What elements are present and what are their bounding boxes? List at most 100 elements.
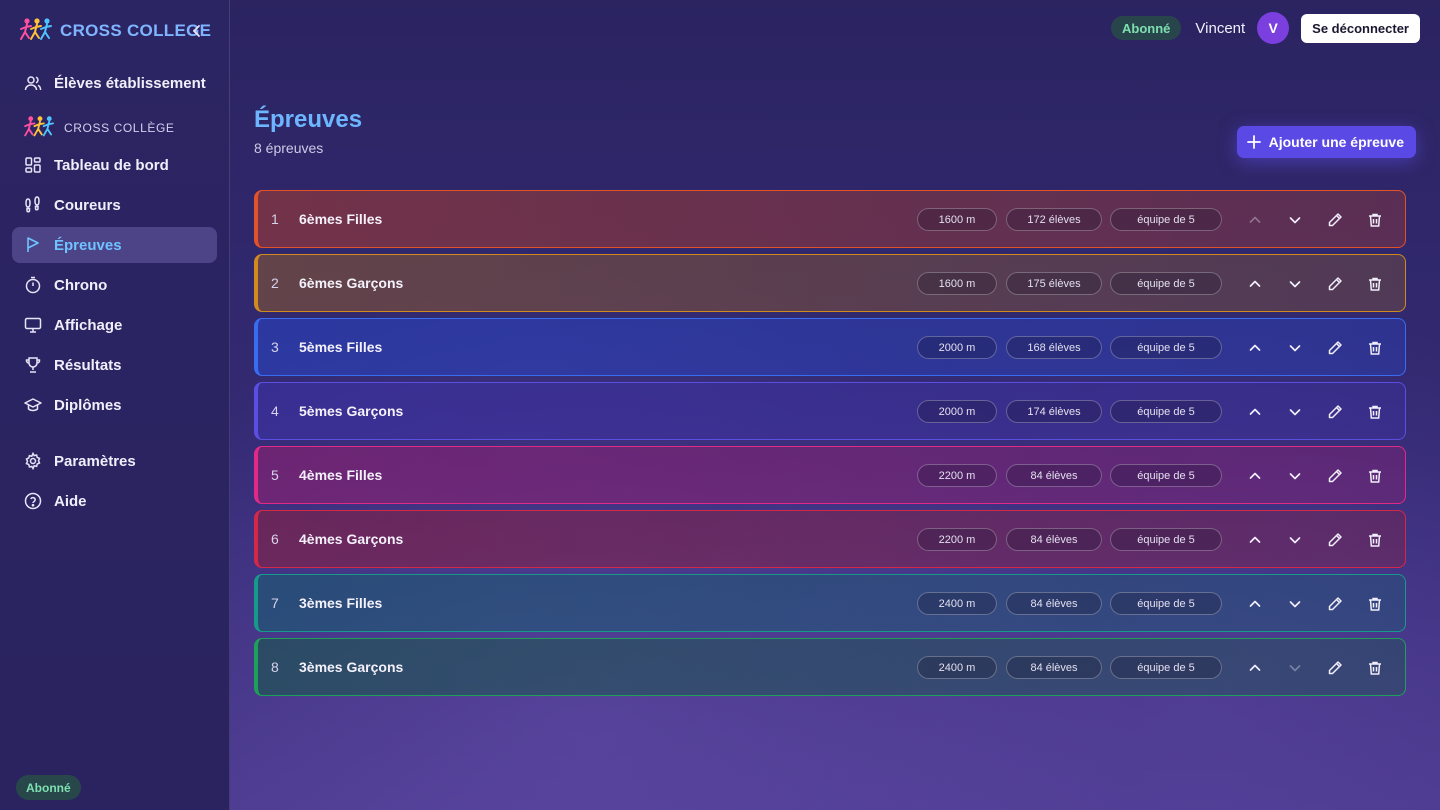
move-up-button[interactable] [1244, 593, 1266, 615]
move-down-button[interactable] [1284, 529, 1306, 551]
epreuve-row[interactable]: 1 6èmes Filles 1600 m 172 élèves équipe de 5 [254, 190, 1406, 248]
delete-button[interactable] [1364, 657, 1386, 679]
team-size-pill: équipe de 5 [1110, 208, 1222, 231]
students-count-pill: 175 élèves [1006, 272, 1102, 295]
page-subtitle: 8 épreuves [254, 140, 324, 156]
move-down-button[interactable] [1284, 465, 1306, 487]
move-up-button[interactable] [1244, 209, 1266, 231]
move-down-button[interactable] [1284, 401, 1306, 423]
delete-button[interactable] [1364, 273, 1386, 295]
move-down-button[interactable] [1284, 337, 1306, 359]
move-down-button[interactable] [1284, 593, 1306, 615]
monitor-icon [24, 316, 42, 334]
team-size-pill: équipe de 5 [1110, 592, 1222, 615]
edit-button[interactable] [1324, 465, 1346, 487]
delete-button[interactable] [1364, 337, 1386, 359]
main-content: Épreuves 8 épreuves Ajouter une épreuve … [254, 0, 1420, 810]
trash-icon [1367, 468, 1383, 484]
chevron-down-icon [1288, 469, 1302, 483]
pencil-icon [1327, 468, 1343, 484]
chevron-down-icon [1288, 213, 1302, 227]
pencil-icon [1327, 212, 1343, 228]
epreuve-number: 7 [271, 595, 279, 611]
flag-icon [24, 236, 42, 254]
trash-icon [1367, 532, 1383, 548]
epreuve-number: 8 [271, 659, 279, 675]
delete-button[interactable] [1364, 529, 1386, 551]
team-size-pill: équipe de 5 [1110, 272, 1222, 295]
footprints-icon [24, 196, 42, 214]
epreuve-row[interactable]: 6 4èmes Garçons 2200 m 84 élèves équipe de 5 [254, 510, 1406, 568]
distance-pill: 2200 m [917, 528, 997, 551]
sidebar-item-affichage[interactable]: Affichage [12, 307, 217, 343]
edit-button[interactable] [1324, 273, 1346, 295]
move-up-button[interactable] [1244, 465, 1266, 487]
page-title: Épreuves [254, 106, 363, 133]
edit-button[interactable] [1324, 337, 1346, 359]
move-up-button[interactable] [1244, 529, 1266, 551]
sidebar-item-aide[interactable]: Aide [12, 483, 217, 519]
team-size-pill: équipe de 5 [1110, 528, 1222, 551]
edit-button[interactable] [1324, 209, 1346, 231]
avatar[interactable]: V [1257, 12, 1290, 44]
distance-pill: 2400 m [917, 592, 997, 615]
delete-button[interactable] [1364, 593, 1386, 615]
logout-button[interactable]: Se déconnecter [1301, 13, 1420, 43]
collapse-sidebar-button[interactable] [187, 21, 207, 41]
subscription-badge: Abonné [16, 775, 81, 800]
graduation-cap-icon [24, 396, 42, 414]
epreuve-row[interactable]: 2 6èmes Garçons 1600 m 175 élèves équipe de … [254, 254, 1406, 312]
edit-button[interactable] [1324, 657, 1346, 679]
sidebar-item-chrono[interactable]: Chrono [12, 267, 217, 303]
trash-icon [1367, 276, 1383, 292]
move-down-button[interactable] [1284, 209, 1306, 231]
pencil-icon [1327, 276, 1343, 292]
sidebar-item-eleves-etablissement[interactable]: Élèves établissement [12, 65, 217, 101]
sidebar-item-label: Affichage [54, 316, 123, 334]
chevron-left-icon [193, 25, 200, 37]
chevron-down-icon [1288, 533, 1302, 547]
sidebar-item-label: Diplômes [54, 396, 122, 414]
sidebar-item-epreuves[interactable]: Épreuves [12, 227, 217, 263]
sidebar-item-diplomes[interactable]: Diplômes [12, 387, 217, 423]
chevron-down-icon [1288, 661, 1302, 675]
add-epreuve-button[interactable]: Ajouter une épreuve [1236, 126, 1416, 158]
epreuve-row[interactable]: 5 4èmes Filles 2200 m 84 élèves équipe de 5 [254, 446, 1406, 504]
epreuve-row[interactable]: 3 5èmes Filles 2000 m 168 élèves équipe de 5 [254, 318, 1406, 376]
epreuve-row[interactable]: 8 3èmes Garçons 2400 m 84 élèves équipe de 5 [254, 638, 1406, 696]
edit-button[interactable] [1324, 401, 1346, 423]
sidebar: CROSS COLLEGE Élèves établissement CROSS… [0, 0, 230, 810]
delete-button[interactable] [1364, 401, 1386, 423]
move-up-button[interactable] [1244, 401, 1266, 423]
section-label: CROSS COLLÈGE [24, 114, 175, 142]
students-count-pill: 84 élèves [1006, 656, 1102, 679]
sidebar-item-resultats[interactable]: Résultats [12, 347, 217, 383]
epreuve-row[interactable]: 7 3èmes Filles 2400 m 84 élèves équipe de 5 [254, 574, 1406, 632]
sidebar-item-coureurs[interactable]: Coureurs [12, 187, 217, 223]
brand: CROSS COLLEGE [20, 16, 215, 46]
edit-button[interactable] [1324, 593, 1346, 615]
sidebar-item-label: Épreuves [54, 236, 122, 254]
trash-icon [1367, 340, 1383, 356]
gear-icon [24, 452, 42, 470]
pencil-icon [1327, 532, 1343, 548]
move-up-button[interactable] [1244, 337, 1266, 359]
epreuve-row[interactable]: 4 5èmes Garçons 2000 m 174 élèves équipe de … [254, 382, 1406, 440]
move-up-button[interactable] [1244, 273, 1266, 295]
epreuve-name: 3èmes Garçons [299, 659, 404, 675]
sidebar-item-tableau-de-bord[interactable]: Tableau de bord [12, 147, 217, 183]
delete-button[interactable] [1364, 209, 1386, 231]
help-icon [24, 492, 42, 510]
move-down-button[interactable] [1284, 273, 1306, 295]
sidebar-item-label: Chrono [54, 276, 108, 294]
edit-button[interactable] [1324, 529, 1346, 551]
sidebar-item-parametres[interactable]: Paramètres [12, 443, 217, 479]
epreuve-name: 4èmes Garçons [299, 531, 404, 547]
move-down-button[interactable] [1284, 657, 1306, 679]
epreuve-name: 5èmes Filles [299, 339, 383, 355]
move-up-button[interactable] [1244, 657, 1266, 679]
chevron-up-icon [1248, 661, 1262, 675]
trash-icon [1367, 404, 1383, 420]
plus-icon [1246, 135, 1261, 149]
delete-button[interactable] [1364, 465, 1386, 487]
